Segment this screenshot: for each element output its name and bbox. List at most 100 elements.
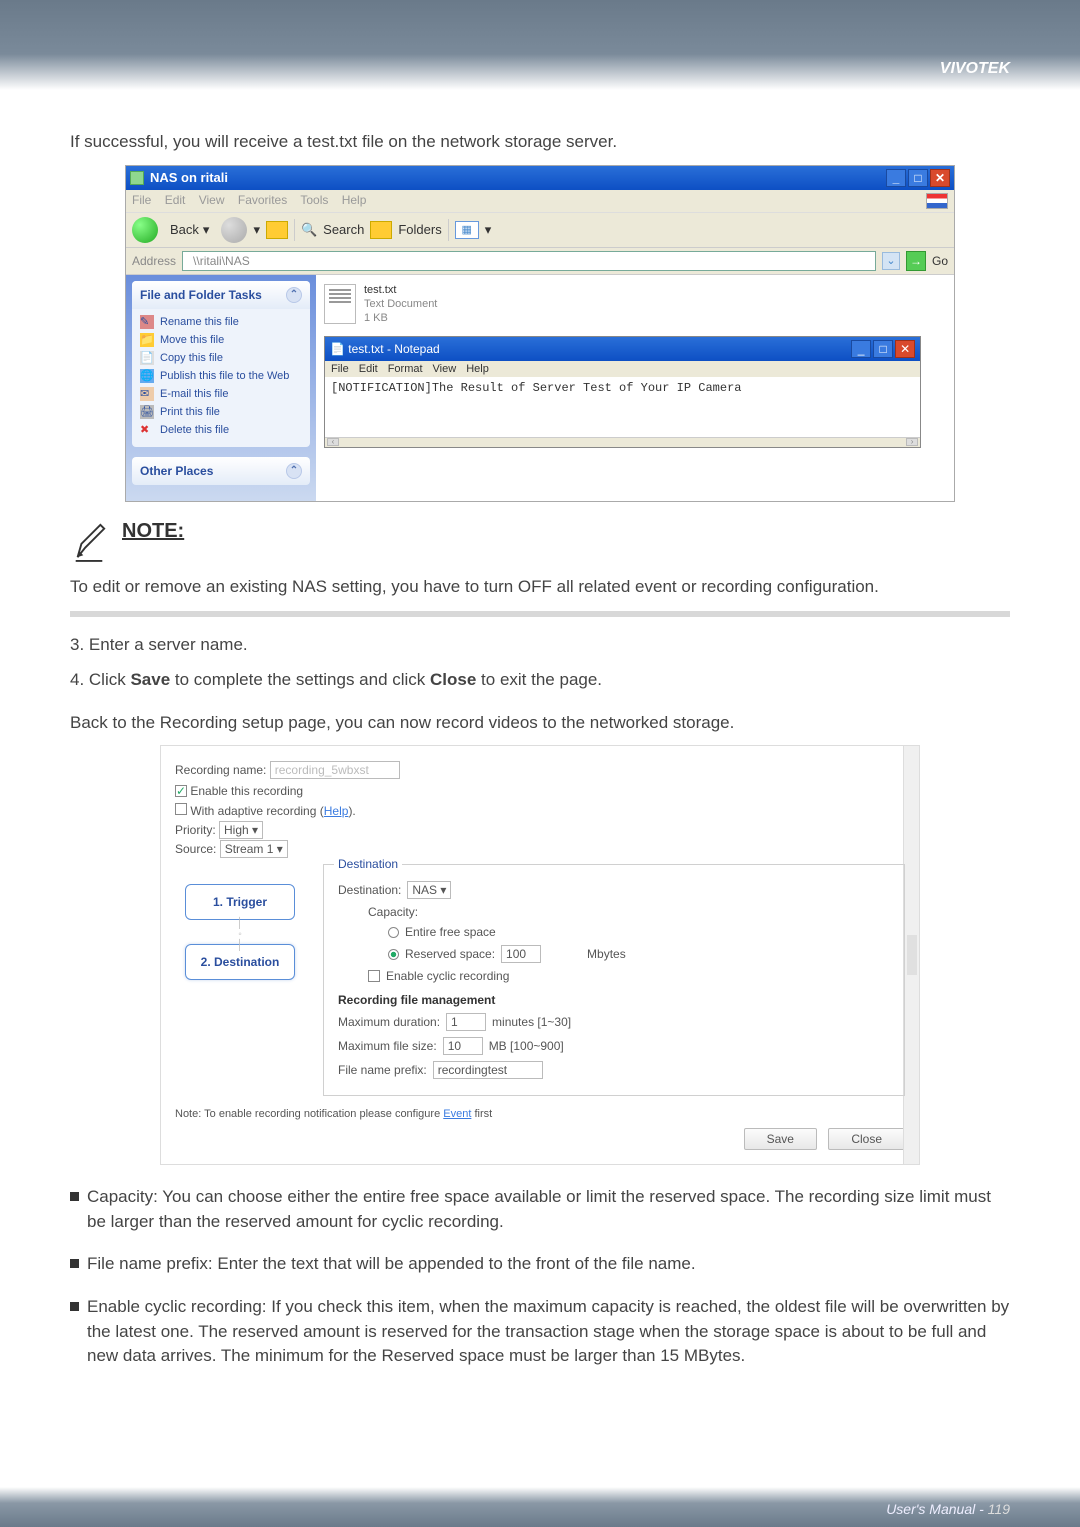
notepad-window: 📄 test.txt - Notepad _ □ ✕ File Edit For…: [324, 336, 921, 448]
collapse-icon-2[interactable]: ⌃: [286, 463, 302, 479]
reserved-input[interactable]: 100: [501, 945, 541, 963]
maximize-button[interactable]: □: [908, 169, 928, 187]
step-4: 4. Click Save to complete the settings a…: [70, 668, 1010, 693]
maxdur-label: Maximum duration:: [338, 1015, 440, 1029]
menu-favorites[interactable]: Favorites: [238, 193, 287, 207]
destination-panel: Destination Destination: NAS ▾ Capacity:…: [323, 864, 905, 1096]
menu-file[interactable]: File: [132, 193, 151, 207]
brand-label: VIVOTEK: [940, 60, 1010, 78]
np-maximize-button[interactable]: □: [873, 340, 893, 358]
np-menu-format[interactable]: Format: [388, 363, 423, 375]
windows-flag-icon: [926, 193, 948, 209]
priority-label: Priority:: [175, 823, 216, 837]
np-menu-view[interactable]: View: [433, 363, 457, 375]
bullet-section: Capacity: You can choose either the enti…: [70, 1185, 1010, 1369]
notepad-scrollbar[interactable]: ‹›: [325, 437, 920, 447]
page-content: If successful, you will receive a test.t…: [0, 90, 1080, 1369]
task-publish[interactable]: 🌐Publish this file to the Web: [140, 367, 302, 385]
help-link[interactable]: Help: [324, 804, 349, 818]
task-print[interactable]: 🖨Print this file: [140, 403, 302, 421]
np-close-button[interactable]: ✕: [895, 340, 915, 358]
task-rename[interactable]: ✎Rename this file: [140, 313, 302, 331]
address-path: \\ritali\NAS: [193, 254, 250, 268]
address-bar: Address \\ritali\NAS ⌄ → Go: [126, 248, 954, 275]
up-folder-icon[interactable]: [266, 221, 288, 239]
address-dropdown-icon[interactable]: ⌄: [882, 252, 900, 270]
forward-icon[interactable]: [221, 217, 247, 243]
entire-radio[interactable]: [388, 927, 399, 938]
np-menu-file[interactable]: File: [331, 363, 349, 375]
enable-checkbox[interactable]: ✓: [175, 785, 187, 797]
go-button-icon[interactable]: →: [906, 251, 926, 271]
bullet-prefix: File name prefix: Enter the text that wi…: [87, 1252, 1010, 1277]
maxdur-input[interactable]: 1: [446, 1013, 486, 1031]
explorer-menubar: File Edit View Favorites Tools Help: [126, 190, 954, 212]
maxfile-unit: MB [100~900]: [489, 1039, 564, 1053]
window-titlebar: NAS on ritali _ □ ✕: [126, 166, 954, 190]
task-email[interactable]: ✉E-mail this file: [140, 385, 302, 403]
collapse-icon[interactable]: ⌃: [286, 287, 302, 303]
window-title: NAS on ritali: [150, 170, 228, 185]
notepad-icon: 📄: [330, 342, 345, 356]
bullet-cyclic: Enable cyclic recording: If you check th…: [87, 1295, 1010, 1369]
folders-button[interactable]: Folders: [398, 222, 441, 237]
prefix-input[interactable]: recordingtest: [433, 1061, 543, 1079]
destination-legend: Destination: [334, 857, 402, 871]
dest-label: Destination:: [338, 883, 401, 897]
maxfile-label: Maximum file size:: [338, 1039, 437, 1053]
dest-select[interactable]: NAS ▾: [407, 881, 451, 899]
task-move[interactable]: 📁Move this file: [140, 331, 302, 349]
address-input[interactable]: \\ritali\NAS: [182, 251, 876, 271]
views-button[interactable]: ▦: [455, 221, 479, 239]
rec-name-input[interactable]: recording_5wbxst: [270, 761, 400, 779]
tab-trigger[interactable]: 1. Trigger: [185, 884, 295, 920]
notepad-menubar: File Edit Format View Help: [325, 361, 920, 377]
close-button-rec[interactable]: Close: [828, 1128, 905, 1150]
source-select[interactable]: Stream 1 ▾: [220, 840, 288, 858]
pencil-icon: [70, 517, 108, 565]
page-footer: User's Manual - 119: [0, 1487, 1080, 1527]
np-minimize-button[interactable]: _: [851, 340, 871, 358]
reserved-radio[interactable]: [388, 949, 399, 960]
footer-label: User's Manual -: [886, 1501, 987, 1517]
maxfile-input[interactable]: 10: [443, 1037, 483, 1055]
bullet-capacity: Capacity: You can choose either the enti…: [87, 1185, 1010, 1234]
rec-name-label: Recording name:: [175, 763, 266, 777]
file-name: test.txt: [364, 283, 437, 297]
menu-tools[interactable]: Tools: [300, 193, 328, 207]
other-places-panel: Other Places ⌃: [132, 457, 310, 485]
minimize-button[interactable]: _: [886, 169, 906, 187]
np-menu-edit[interactable]: Edit: [359, 363, 378, 375]
notepad-body[interactable]: [NOTIFICATION]The Result of Server Test …: [325, 377, 920, 437]
mbytes-label: Mbytes: [587, 947, 626, 961]
task-delete[interactable]: ✖Delete this file: [140, 421, 302, 439]
prefix-label: File name prefix:: [338, 1063, 427, 1077]
back-icon[interactable]: [132, 217, 158, 243]
file-type: Text Document: [364, 297, 437, 311]
bullet-icon: [70, 1259, 79, 1268]
close-button[interactable]: ✕: [930, 169, 950, 187]
search-icon[interactable]: 🔍: [301, 222, 317, 238]
menu-edit[interactable]: Edit: [165, 193, 186, 207]
menu-help[interactable]: Help: [342, 193, 367, 207]
np-menu-help[interactable]: Help: [466, 363, 489, 375]
adaptive-checkbox[interactable]: [175, 803, 187, 815]
cyclic-checkbox[interactable]: [368, 970, 380, 982]
task-copy[interactable]: 📄Copy this file: [140, 349, 302, 367]
capacity-label: Capacity:: [368, 905, 418, 919]
rec-scrollbar[interactable]: [903, 746, 919, 1164]
go-button[interactable]: Go: [932, 254, 948, 268]
rec-steps-nav: 1. Trigger │◦│ 2. Destination: [175, 864, 305, 1096]
explorer-toolbar: Back ▾ ▾ 🔍 Search Folders ▦▾: [126, 212, 954, 248]
menu-view[interactable]: View: [199, 193, 225, 207]
adaptive-label: With adaptive recording (Help).: [190, 804, 355, 818]
event-link[interactable]: Event: [443, 1108, 471, 1120]
search-button[interactable]: Search: [323, 222, 364, 237]
priority-select[interactable]: High ▾: [219, 821, 263, 839]
save-button[interactable]: Save: [744, 1128, 817, 1150]
file-item[interactable]: test.txt Text Document 1 KB: [324, 283, 946, 326]
back-text: Back to the Recording setup page, you ca…: [70, 711, 1010, 736]
back-button[interactable]: Back ▾: [164, 220, 215, 240]
divider: [70, 611, 1010, 617]
folders-icon[interactable]: [370, 221, 392, 239]
